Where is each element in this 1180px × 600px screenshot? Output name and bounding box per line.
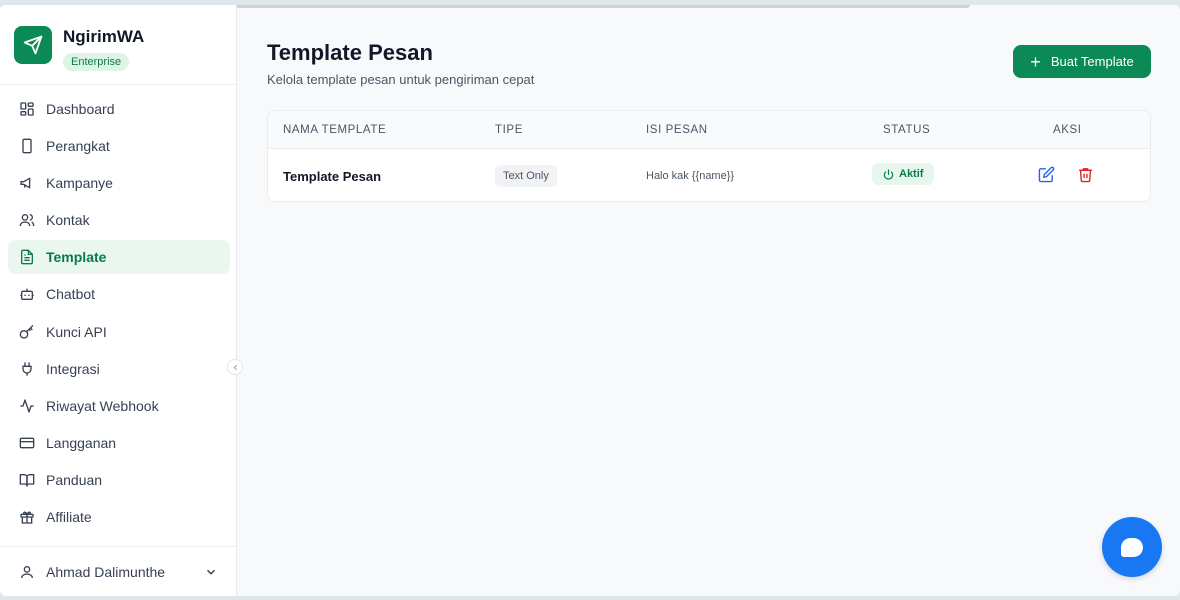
sidebar-item-panduan[interactable]: Panduan [8,463,230,497]
credit-card-icon [19,435,35,451]
divider [0,84,236,85]
chat-bubble-icon [1121,537,1143,557]
column-header-message: ISI PESAN [646,124,708,136]
file-text-icon [19,249,35,265]
create-template-button[interactable]: + Buat Template [1013,45,1151,78]
column-header-type: TIPE [495,124,523,136]
message-preview: Halo kak {{name}} [646,170,735,182]
sidebar-item-label: Riwayat Webhook [46,397,159,414]
plus-icon: + [1030,51,1041,72]
user-menu[interactable]: Ahmad Dalimunthe [8,555,230,589]
sidebar-item-label: Template [46,249,107,266]
sidebar-item-label: Perangkat [46,138,110,155]
gift-icon [19,509,35,525]
edit-button[interactable] [1038,166,1055,186]
smartphone-icon [19,138,35,154]
status-label: Aktif [899,168,924,180]
bot-icon [19,286,35,302]
dashboard-icon [19,101,35,117]
sidebar-item-label: Integrasi [46,360,100,377]
delete-button[interactable] [1077,166,1094,186]
column-header-actions: AKSI [1053,124,1082,136]
status-badge: Aktif [872,163,935,185]
divider [0,546,236,547]
brand[interactable]: NgirimWA Enterprise [14,26,144,71]
page-subtitle: Kelola template pesan untuk pengiriman c… [267,72,535,87]
users-icon [19,212,35,228]
table-row: Template Pesan Text Only Halo kak {{name… [268,149,1150,201]
create-template-label: Buat Template [1050,54,1134,69]
user-name: Ahmad Dalimunthe [46,564,166,580]
sidebar-item-label: Affiliate [46,509,92,526]
column-header-status: STATUS [883,124,931,136]
megaphone-icon [19,175,35,191]
user-icon [19,564,35,580]
chevron-down-icon [204,565,218,582]
plug-icon [19,361,35,377]
column-header-name: NAMA TEMPLATE [283,124,387,136]
sidebar-item-label: Kontak [46,212,90,229]
sidebar-item-affiliate[interactable]: Affiliate [8,500,230,534]
sidebar-item-label: Panduan [46,471,103,488]
book-icon [19,472,35,488]
app-window: NgirimWA Enterprise Dashboard Perangkat … [0,5,1180,596]
power-icon [883,168,894,180]
activity-icon [19,398,35,414]
key-icon [19,324,35,340]
sidebar: NgirimWA Enterprise Dashboard Perangkat … [0,5,237,596]
template-name: Template Pesan [283,169,382,184]
sidebar-item-kampanye[interactable]: Kampanye [8,166,230,200]
main-content: Template Pesan Kelola template pesan unt… [237,5,1180,596]
templates-table: NAMA TEMPLATE TIPE ISI PESAN STATUS AKSI… [267,110,1151,202]
sidebar-nav: Dashboard Perangkat Kampanye Kontak Temp… [8,92,230,537]
edit-icon [1038,166,1055,183]
sidebar-item-kunci-api[interactable]: Kunci API [8,315,230,349]
type-badge: Text Only [495,165,557,187]
sidebar-item-langganan[interactable]: Langganan [8,426,230,460]
chat-support-button[interactable] [1102,517,1162,577]
sidebar-item-riwayat-webhook[interactable]: Riwayat Webhook [8,389,230,423]
plan-badge: Enterprise [63,53,130,71]
sidebar-item-chatbot[interactable]: Chatbot [8,277,230,311]
sidebar-item-template[interactable]: Template [8,240,230,275]
sidebar-item-label: Kunci API [46,323,107,340]
table-header: NAMA TEMPLATE TIPE ISI PESAN STATUS AKSI [268,111,1150,149]
sidebar-item-integrasi[interactable]: Integrasi [8,352,230,386]
sidebar-item-label: Langganan [46,434,117,451]
sidebar-item-label: Kampanye [46,175,113,192]
sidebar-item-label: Dashboard [46,101,115,117]
app-name: NgirimWA [63,27,145,46]
page-title: Template Pesan [267,40,433,65]
sidebar-item-perangkat[interactable]: Perangkat [8,129,230,163]
sidebar-item-dashboard[interactable]: Dashboard [8,92,230,126]
send-icon [14,26,52,64]
sidebar-item-label: Chatbot [46,286,96,303]
trash-icon [1079,168,1092,183]
sidebar-item-kontak[interactable]: Kontak [8,203,230,237]
